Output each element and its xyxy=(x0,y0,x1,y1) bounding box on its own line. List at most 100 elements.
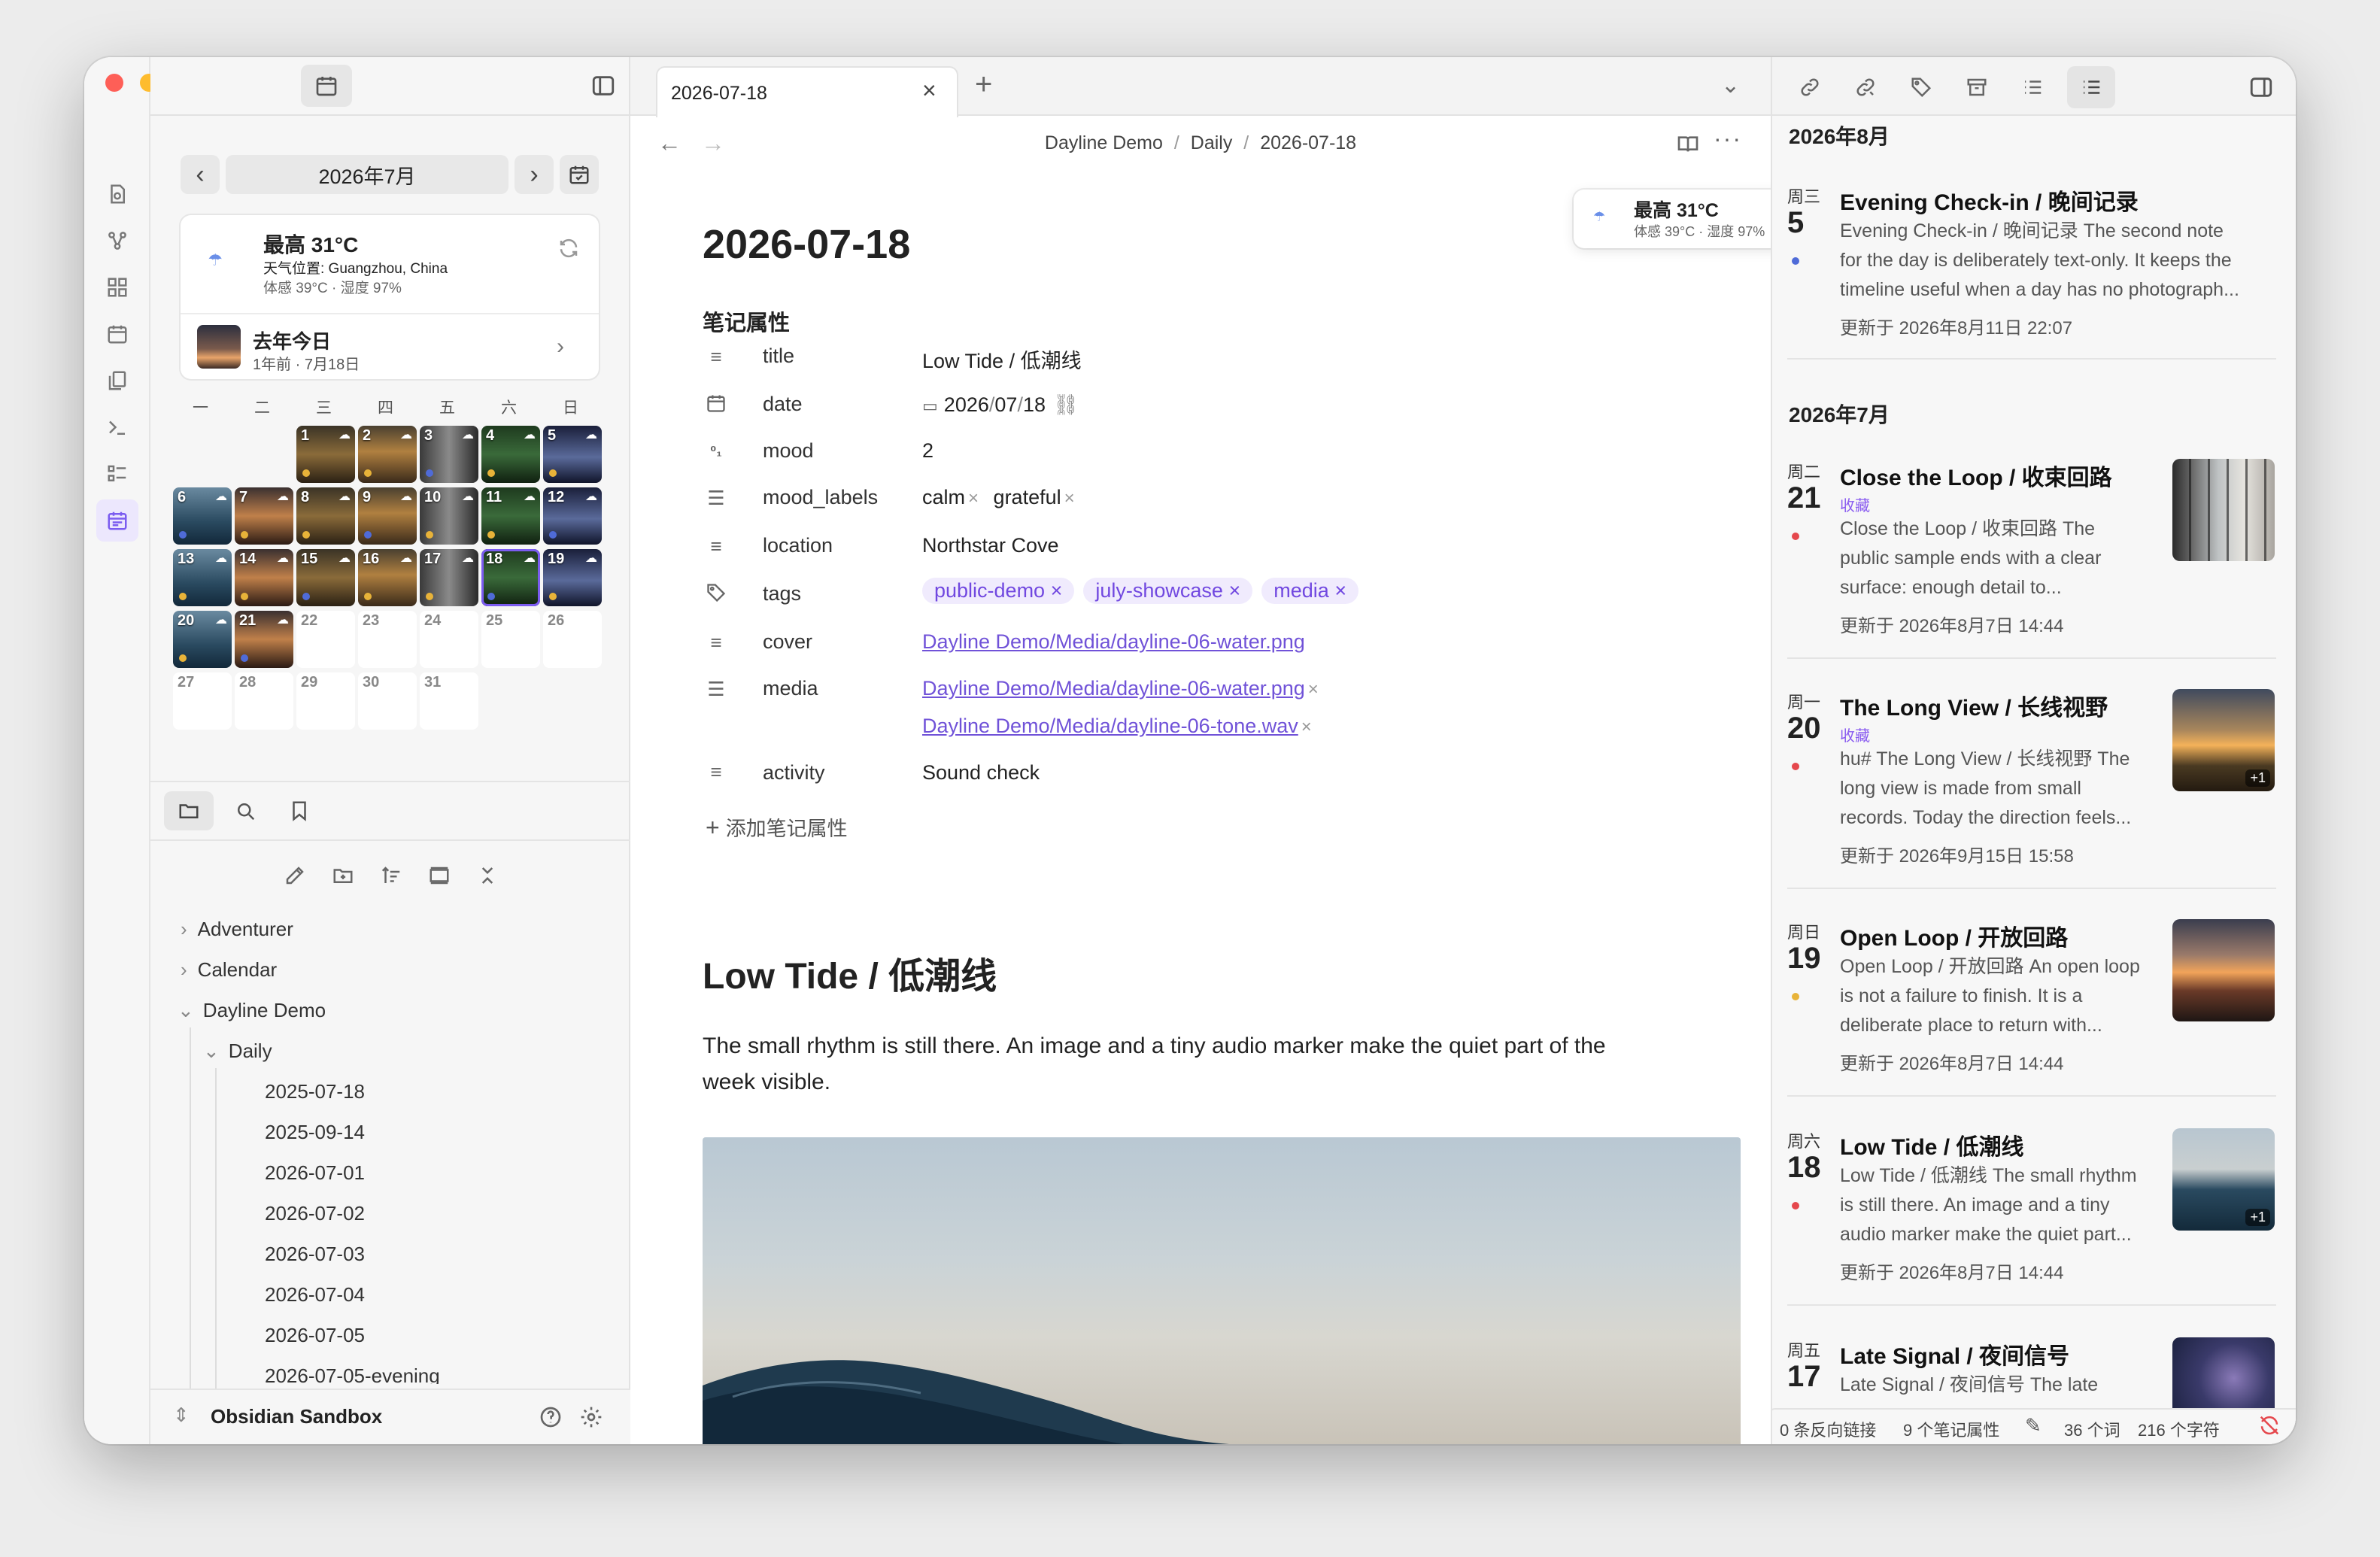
canvas-icon[interactable] xyxy=(101,271,134,304)
timeline-entry[interactable]: 周二 21 Close the Loop / 收束回路 收藏 Close the… xyxy=(1787,459,2276,662)
vault-name[interactable]: Obsidian Sandbox xyxy=(211,1405,382,1428)
calendar-view-button[interactable] xyxy=(301,65,352,107)
new-folder-icon[interactable] xyxy=(326,859,360,892)
calendar-day-cell[interactable]: 19 ☁ xyxy=(543,549,602,606)
auto-reveal-icon[interactable] xyxy=(423,859,456,892)
breadcrumb-item[interactable]: Daily xyxy=(1191,132,1233,153)
media-link[interactable]: Dayline Demo/Media/dayline-06-water.png xyxy=(922,677,1305,700)
breadcrumb-item[interactable]: 2026-07-18 xyxy=(1260,132,1356,153)
tree-file[interactable]: 2025-09-14 xyxy=(265,1121,365,1144)
list-pill[interactable]: calm xyxy=(922,486,965,508)
media-link[interactable]: Dayline Demo/Media/dayline-06-tone.wav xyxy=(922,715,1298,737)
calendar-day-cell[interactable]: 14 ☁ xyxy=(235,549,293,606)
chevron-right-icon[interactable]: › xyxy=(557,334,564,360)
calendar-day-cell[interactable]: 24 xyxy=(420,611,478,668)
collapse-all-icon[interactable] xyxy=(471,859,504,892)
timeline-entry[interactable]: 周六 18 Low Tide / 低潮线 Low Tide / 低潮线 The … xyxy=(1787,1128,2276,1324)
dayline-calendar-icon[interactable] xyxy=(96,499,138,542)
daily-note-icon[interactable] xyxy=(101,317,134,351)
calendar-day-cell[interactable]: 29 xyxy=(296,672,355,730)
edit-mode-icon[interactable]: ✎ xyxy=(2025,1414,2042,1437)
terminal-icon[interactable] xyxy=(101,411,134,444)
tree-file[interactable]: 2026-07-04 xyxy=(265,1283,365,1307)
month-label[interactable]: 2026年7月 xyxy=(226,155,508,194)
new-tab-icon[interactable]: + xyxy=(975,68,992,102)
prop-key-location[interactable]: location xyxy=(763,534,833,557)
remove-icon[interactable]: × xyxy=(1334,579,1346,602)
tag-chip[interactable]: public-demo × xyxy=(922,578,1075,604)
refresh-icon[interactable] xyxy=(554,233,584,263)
add-property-button[interactable]: + 添加笔记属性 xyxy=(706,812,848,842)
calendar-day-cell[interactable]: 15 ☁ xyxy=(296,549,355,606)
calendar-day-cell[interactable]: 5 ☁ xyxy=(543,426,602,483)
help-icon[interactable] xyxy=(536,1402,566,1432)
calendar-day-cell[interactable]: 10 ☁ xyxy=(420,487,478,545)
list-pill[interactable]: grateful xyxy=(994,486,1061,508)
calendar-day-cell[interactable]: 11 ☁ xyxy=(481,487,540,545)
prop-key-mood[interactable]: mood xyxy=(763,439,814,463)
prop-key-mood-labels[interactable]: mood_labels xyxy=(763,486,878,509)
outline-icon[interactable] xyxy=(2067,66,2115,108)
timeline-entry[interactable]: 周日 19 Open Loop / 开放回路 Open Loop / 开放回路 … xyxy=(1787,919,2276,1115)
tag-chip[interactable]: july-showcase × xyxy=(1083,578,1253,604)
embedded-water-image[interactable] xyxy=(703,1137,1741,1444)
note-body-line[interactable]: The small rhythm is still there. An imag… xyxy=(703,1033,1606,1059)
calendar-day-cell[interactable]: 20 ☁ xyxy=(173,611,232,668)
archive-icon[interactable] xyxy=(1960,71,1993,104)
vault-switch-icon[interactable]: ⇕ xyxy=(173,1404,190,1427)
calendar-day-cell[interactable]: 9 ☁ xyxy=(358,487,417,545)
file-search-icon[interactable] xyxy=(101,178,134,211)
close-tab-icon[interactable]: × xyxy=(922,77,937,105)
remove-icon[interactable]: × xyxy=(1064,488,1075,508)
files-tab-icon[interactable] xyxy=(164,791,214,830)
link-icon[interactable]: ⛓ xyxy=(1053,393,1079,416)
tab-list-chevron-icon[interactable]: ⌄ xyxy=(1721,72,1740,99)
tree-file[interactable]: 2026-07-05 xyxy=(265,1324,365,1347)
tree-file[interactable]: 2026-07-01 xyxy=(265,1161,365,1185)
prop-key-date[interactable]: date xyxy=(763,393,803,416)
remove-icon[interactable]: × xyxy=(1051,579,1063,602)
sort-icon[interactable] xyxy=(375,859,408,892)
calendar-day-cell[interactable]: 3 ☁ xyxy=(420,426,478,483)
note-body-line[interactable]: week visible. xyxy=(703,1070,830,1095)
tree-folder-adventurer[interactable]: › Adventurer xyxy=(181,918,293,941)
calendar-day-cell[interactable]: 4 ☁ xyxy=(481,426,540,483)
note-heading[interactable]: Low Tide / 低潮线 xyxy=(703,946,997,999)
prop-key-title[interactable]: title xyxy=(763,344,794,368)
calendar-day-cell[interactable]: 25 xyxy=(481,611,540,668)
outgoing-links-icon[interactable] xyxy=(1849,71,1882,104)
calendar-day-cell[interactable]: 1 ☁ xyxy=(296,426,355,483)
note-title[interactable]: 2026-07-18 xyxy=(703,221,910,268)
next-month-button[interactable]: › xyxy=(515,155,554,194)
prop-value-date[interactable]: ▭ 2026/07/18 ⛓ xyxy=(922,393,1079,417)
prop-value-cover-link[interactable]: Dayline Demo/Media/dayline-06-water.png xyxy=(922,630,1305,654)
prop-key-media[interactable]: media xyxy=(763,677,818,700)
tree-folder-daily[interactable]: ⌄ Daily xyxy=(203,1040,272,1063)
tags-icon[interactable] xyxy=(1905,71,1938,104)
calendar-day-cell[interactable]: 27 xyxy=(173,672,232,730)
prev-month-button[interactable]: ‹ xyxy=(181,155,220,194)
on-this-day-title[interactable]: 去年今日 xyxy=(253,326,331,354)
search-icon[interactable] xyxy=(226,791,265,830)
calendar-day-cell[interactable]: 28 xyxy=(235,672,293,730)
outline-list-icon[interactable] xyxy=(101,457,134,490)
calendar-day-cell[interactable]: 26 xyxy=(543,611,602,668)
tree-folder-dayline-demo[interactable]: ⌄ Dayline Demo xyxy=(178,999,326,1022)
prop-value-activity[interactable]: Sound check xyxy=(922,761,1040,785)
settings-gear-icon[interactable] xyxy=(576,1402,606,1432)
list-icon[interactable] xyxy=(2016,71,2049,104)
tab-active[interactable]: 2026-07-18 × xyxy=(656,66,958,117)
calendar-day-cell[interactable]: 16 ☁ xyxy=(358,549,417,606)
calendar-day-cell[interactable]: 23 xyxy=(358,611,417,668)
prop-value-location[interactable]: Northstar Cove xyxy=(922,534,1059,557)
calendar-day-cell[interactable]: 21 ☁ xyxy=(235,611,293,668)
remove-icon[interactable]: × xyxy=(1228,579,1240,602)
prop-key-activity[interactable]: activity xyxy=(763,761,825,785)
close-window-button[interactable] xyxy=(105,74,123,92)
calendar-day-cell[interactable]: 31 xyxy=(420,672,478,730)
more-options-icon[interactable]: ··· xyxy=(1714,125,1742,153)
timeline-entry[interactable]: 周三 5 Evening Check-in / 晚间记录 Evening Che… xyxy=(1787,184,2276,409)
toggle-right-sidebar-icon[interactable] xyxy=(2245,71,2278,104)
tree-file[interactable]: 2025-07-18 xyxy=(265,1080,365,1103)
tree-file[interactable]: 2026-07-02 xyxy=(265,1202,365,1225)
